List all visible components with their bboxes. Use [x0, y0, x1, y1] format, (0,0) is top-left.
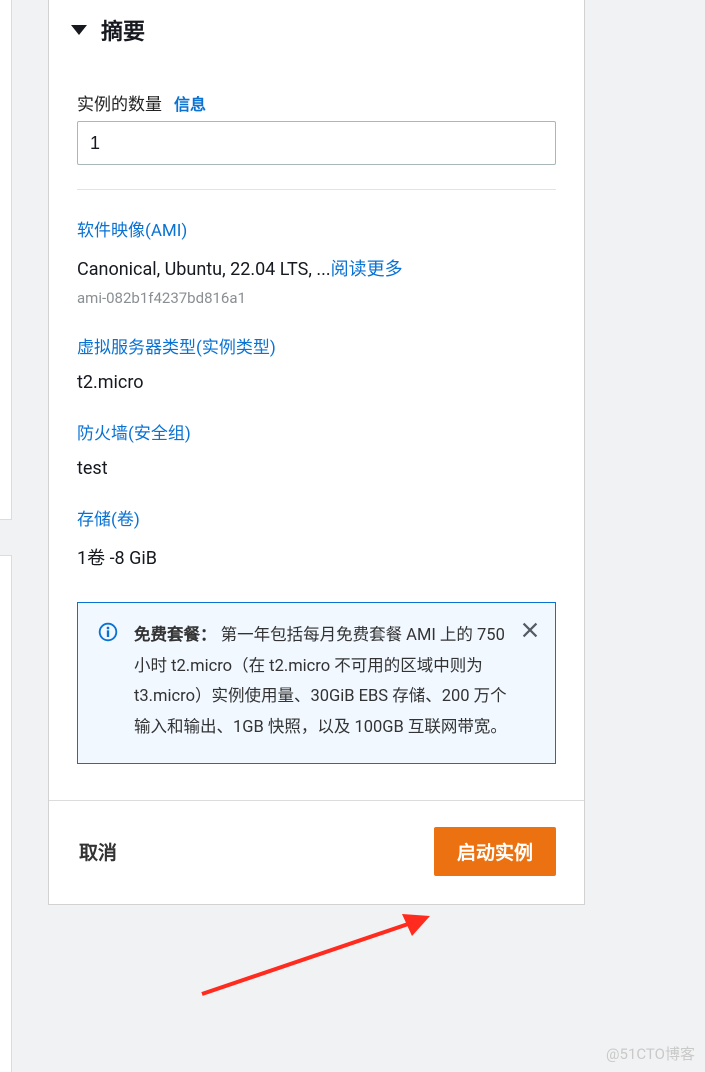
security-group-value: test [77, 458, 556, 479]
panel-title: 摘要 [101, 14, 145, 46]
ami-name-row: Canonical, Ubuntu, 22.04 LTS, ...阅读更多 [77, 255, 556, 281]
callout-body: 免费套餐： 第一年包括每月免费套餐 AMI 上的 750 小时 t2.micro… [134, 621, 537, 743]
info-link[interactable]: 信息 [174, 91, 206, 115]
caret-down-icon [71, 25, 87, 35]
close-icon[interactable] [519, 619, 541, 641]
launch-instance-button[interactable]: 启动实例 [434, 827, 556, 876]
instance-type-section-link[interactable]: 虚拟服务器类型(实例类型) [77, 333, 556, 358]
read-more-link[interactable]: 阅读更多 [331, 259, 403, 280]
summary-panel: 摘要 实例的数量 信息 软件映像(AMI) Canonical, Ubuntu,… [48, 0, 585, 905]
panel-header[interactable]: 摘要 [49, 0, 584, 64]
ami-name: Canonical, Ubuntu, 22.04 LTS, ... [77, 259, 331, 280]
security-group-section-link[interactable]: 防火墙(安全组) [77, 419, 556, 444]
info-icon [98, 622, 118, 642]
watermark: @51CTO博客 [606, 1043, 695, 1064]
panel-footer: 取消 启动实例 [49, 800, 584, 904]
background-panel-edge-bottom [0, 555, 12, 1072]
instance-count-label: 实例的数量 [77, 90, 162, 115]
divider-1 [77, 189, 556, 190]
callout-title: 免费套餐： [134, 626, 217, 645]
storage-value: 1卷 -8 GiB [77, 544, 556, 570]
background-panel-edge-top [0, 0, 12, 520]
ami-section-link[interactable]: 软件映像(AMI) [77, 216, 556, 241]
annotation-arrow-icon [196, 900, 436, 1000]
storage-section-link[interactable]: 存储(卷) [77, 505, 556, 530]
free-tier-callout: 免费套餐： 第一年包括每月免费套餐 AMI 上的 750 小时 t2.micro… [77, 602, 556, 764]
cancel-button[interactable]: 取消 [77, 834, 119, 869]
instance-count-input[interactable] [77, 121, 556, 165]
ami-id: ami-082b1f4237bd816a1 [77, 289, 556, 307]
instance-type-value: t2.micro [77, 372, 556, 393]
